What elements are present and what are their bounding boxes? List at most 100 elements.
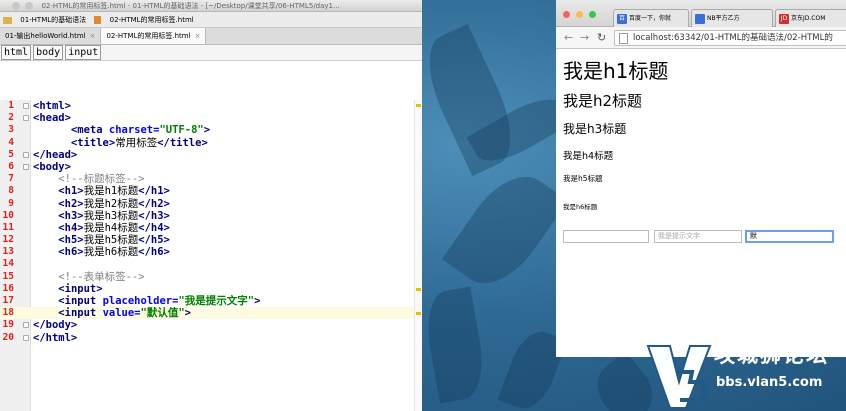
line-number: 13 — [2, 246, 14, 258]
line-number: 8 — [8, 185, 14, 197]
code-line: 11 <h4>我是h4标题</h4> — [0, 222, 422, 234]
page-h3: 我是h3标题 — [563, 122, 627, 136]
warning-marker[interactable] — [416, 288, 421, 291]
browser-tab-jd[interactable]: JD 京东JD.COM — [775, 9, 846, 27]
placeholder-attr-value: 我是提示文字 — [184, 295, 248, 307]
url-field[interactable]: localhost:63342/01-HTML的基础语法/02-HTML的 — [614, 30, 846, 46]
fold-icon[interactable] — [23, 115, 29, 122]
h5-text: 我是h5标题 — [83, 234, 139, 247]
nav-file[interactable]: 02-HTML的常用标签.html — [110, 16, 194, 24]
code-line-current: 18 <input value="默认值"> — [0, 307, 422, 320]
code-line: 17 <input placeholder="我是提示文字"> — [0, 295, 422, 307]
code-line: 10 <h3>我是h3标题</h3> — [0, 210, 422, 222]
tag-breadcrumb: html body input — [0, 45, 422, 61]
h4-text: 我是h4标题 — [83, 221, 139, 234]
page-h1: 我是h1标题 — [563, 59, 669, 83]
v5-logo-icon — [646, 345, 712, 409]
placeholder-input[interactable]: 我是提示文字 — [654, 230, 742, 243]
editor-tabs: 01-输出helloWorld.html × 02-HTML的常用标签.html × — [0, 28, 422, 45]
line-number: 12 — [2, 234, 14, 246]
nav-project[interactable]: 01-HTML的基础语法 — [20, 16, 86, 24]
tab-common-tags[interactable]: 02-HTML的常用标签.html × — [101, 28, 207, 44]
code-lines: 1 <html> 2 <head> 3 <meta charset="UTF-8">… — [0, 100, 422, 344]
watermark-logo: 攻城狮论坛 bbs.vlan5.com — [646, 330, 846, 411]
code-line: 6 <body> — [0, 161, 422, 173]
browser-tab-label: 京东JD.COM — [791, 15, 826, 22]
line-number: 18 — [2, 307, 14, 319]
line-number: 4 — [8, 136, 14, 148]
line-number: 14 — [2, 258, 14, 270]
watermark-brand: 攻城狮论坛 — [714, 343, 829, 367]
code-line: 15 <!--表单标签--> — [0, 271, 422, 283]
fold-icon[interactable] — [23, 163, 29, 170]
address-toolbar: ← → ↻ localhost:63342/01-HTML的基础语法/02-HT… — [556, 27, 846, 49]
tab-hello-world[interactable]: 01-输出helloWorld.html × — [0, 28, 102, 44]
value-attr-value: 默认值 — [146, 307, 179, 320]
back-arrow-icon[interactable]: ← — [564, 32, 573, 43]
minimize-window-button[interactable] — [576, 11, 583, 18]
charset-value: UTF-8 — [165, 124, 198, 137]
tab-label: 01-输出helloWorld.html — [5, 32, 86, 40]
baidu-icon: 百 — [617, 13, 627, 24]
code-line: 12 <h5>我是h5标题</h5> — [0, 234, 422, 246]
forward-arrow-icon[interactable]: → — [580, 32, 589, 43]
html-file-icon — [94, 16, 102, 24]
folder-icon — [3, 16, 12, 24]
close-icon[interactable]: × — [195, 32, 201, 40]
fold-icon[interactable] — [23, 334, 29, 341]
default-value-input[interactable]: 默 — [745, 230, 834, 243]
line-number: 5 — [8, 148, 14, 160]
code-line: 9 <h2>我是h2标题</h2> — [0, 198, 422, 210]
page-h2: 我是h2标题 — [563, 92, 643, 110]
code-line: 5 </head> — [0, 149, 422, 161]
code-line: 13 <h6>我是h6标题</h6> — [0, 246, 422, 258]
line-number: 2 — [8, 112, 14, 124]
comment-forms: <!--表单标签--> — [58, 270, 145, 283]
crumb-input[interactable]: input — [65, 45, 102, 60]
code-line: 8 <h1>我是h1标题</h1> — [0, 185, 422, 197]
tab-label: 02-HTML的常用标签.html — [106, 32, 191, 40]
code-line: 2 <head> — [0, 112, 422, 124]
fold-icon[interactable] — [23, 103, 29, 109]
page-h4: 我是h4标题 — [563, 151, 614, 162]
browser-tab-bar: 百百度一下，你就 NB平方乙方 JD 京东JD.COM — [556, 0, 846, 27]
line-number: 16 — [2, 282, 14, 294]
close-icon[interactable]: × — [90, 32, 96, 40]
line-number: 19 — [2, 319, 14, 331]
code-line: 14 — [0, 258, 422, 270]
browser-tab-label: 百度一下，你就 — [629, 15, 672, 22]
fold-icon[interactable] — [23, 151, 29, 158]
h1-text: 我是h1标题 — [83, 185, 139, 198]
page-icon — [619, 33, 628, 44]
browser-tab-baidu[interactable]: 百百度一下，你就 — [613, 9, 689, 27]
line-number: 7 — [8, 173, 14, 185]
code-line: 20 </html> — [0, 332, 422, 344]
line-number: 3 — [8, 124, 14, 136]
crumb-html[interactable]: html — [1, 45, 32, 60]
fold-icon[interactable] — [23, 322, 29, 329]
close-window-button[interactable] — [563, 11, 570, 18]
line-number: 6 — [8, 160, 14, 172]
code-editor[interactable]: 1 <html> 2 <head> 3 <meta charset="UTF-8">… — [0, 100, 422, 411]
ide-window: 02-HTML的常用标签.html - 01-HTML的基础语法 - [~/De… — [0, 0, 422, 411]
h3-text: 我是h3标题 — [83, 209, 139, 222]
h2-text: 我是h2标题 — [83, 197, 139, 210]
page-h6: 我是h6标题 — [563, 203, 598, 211]
url-text: localhost:63342/01-HTML的基础语法/02-HTML的 — [633, 33, 833, 43]
watermark-domain: bbs.vlan5.com — [716, 375, 823, 390]
warning-marker[interactable] — [416, 312, 421, 315]
line-number: 11 — [2, 221, 14, 233]
title-text: 常用标签 — [115, 136, 158, 149]
zoom-window-button[interactable] — [589, 11, 596, 18]
warning-marker[interactable] — [416, 104, 421, 107]
navigation-bar: 01-HTML的基础语法 02-HTML的常用标签.html — [0, 12, 422, 28]
browser-tab-second[interactable]: NB平方乙方 — [691, 9, 773, 27]
code-line: 7 <!--标题标签--> — [0, 173, 422, 185]
editor-scrollbar[interactable] — [414, 100, 422, 411]
browser-tab-label: NB平方乙方 — [707, 15, 740, 22]
empty-input[interactable] — [563, 230, 649, 243]
crumb-body[interactable]: body — [33, 45, 64, 60]
comment-headings: <!--标题标签--> — [58, 173, 145, 186]
reload-icon[interactable]: ↻ — [597, 32, 606, 43]
page-h5: 我是h5标题 — [563, 174, 603, 183]
